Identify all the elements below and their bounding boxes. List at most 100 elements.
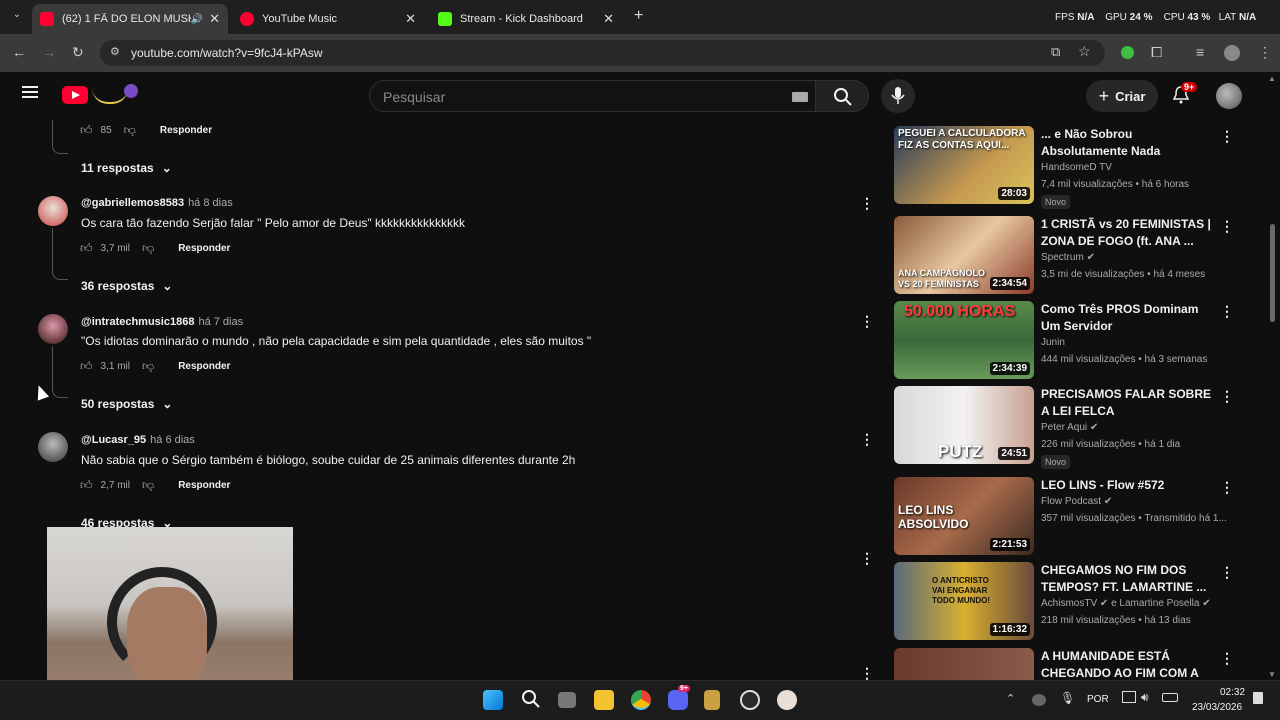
avatar[interactable]	[38, 432, 68, 462]
like-icon[interactable]: 👍︎	[80, 123, 93, 138]
extensions-puzzle-icon[interactable]: ⧠	[1151, 44, 1162, 61]
recommended-video[interactable]: ANA CAMPAGNOLO VS 20 FEMINISTAS 2:34:54 …	[894, 216, 1234, 296]
comment-menu-icon[interactable]: ⋮	[860, 195, 874, 212]
address-bar[interactable]: ⚙ youtube.com/watch?v=9fcJ4-kPAsw ⧉ ☆	[100, 40, 1105, 66]
channel-name-secondary[interactable]: e Lamartine Posella	[1111, 598, 1199, 609]
replies-toggle[interactable]: 36 respostas ⌄	[81, 279, 172, 293]
obs-icon[interactable]	[740, 690, 760, 710]
discord-icon[interactable]: 9+	[668, 685, 690, 710]
recommended-video[interactable]: LEO LINS ABSOLVIDO 2:21:53 LEO LINS - Fl…	[894, 477, 1234, 557]
replies-toggle[interactable]: 50 respostas ⌄	[81, 397, 172, 411]
channel-name-text[interactable]: Spectrum	[1041, 252, 1084, 263]
recommended-video[interactable]: PEGUEI A CALCULADORA FIZ AS CONTAS AQUI.…	[894, 126, 1234, 209]
search-button[interactable]	[815, 80, 869, 112]
video-menu-icon[interactable]: ⋮	[1220, 303, 1234, 320]
channel-name[interactable]: Peter Aqui ✔	[1041, 422, 1098, 433]
recommended-video[interactable]: 50.000 HORAS 2:34:39 Como Três PROS Domi…	[894, 301, 1234, 381]
tab-youtube-music[interactable]: YouTube Music ✕	[232, 4, 424, 34]
close-tab-icon[interactable]: ✕	[603, 11, 614, 27]
extension-green-icon[interactable]	[1121, 46, 1134, 59]
video-thumbnail[interactable]: 50.000 HORAS 2:34:39	[894, 301, 1034, 379]
search-input[interactable]: Pesquisar	[369, 80, 816, 112]
video-title[interactable]: Como Três PROS Dominam Um Servidor	[1041, 301, 1213, 335]
comment-author[interactable]: @intratechmusic1868 há 7 dias	[81, 316, 243, 328]
video-title[interactable]: LEO LINS - Flow #572	[1041, 477, 1213, 494]
new-tab-button[interactable]: +	[634, 7, 643, 25]
tray-app-icon[interactable]	[1032, 694, 1046, 706]
tab-list-button[interactable]: ⌄	[8, 9, 26, 25]
dislike-icon[interactable]: 👎︎	[142, 241, 154, 256]
taskbar-search-icon[interactable]	[521, 689, 541, 714]
file-explorer-icon[interactable]	[594, 690, 614, 710]
channel-name[interactable]: Flow Podcast ✔	[1041, 496, 1112, 507]
create-button[interactable]: + Criar	[1086, 80, 1158, 112]
dislike-icon[interactable]: 👎︎	[142, 359, 154, 374]
clock-time[interactable]: 02:32	[1220, 687, 1245, 698]
windows-start-icon[interactable]	[483, 690, 503, 710]
dislike-icon[interactable]: 👎︎	[124, 123, 136, 138]
channel-name-text[interactable]: AchismosTV	[1041, 598, 1097, 609]
channel-name[interactable]: AchismosTV ✔ e Lamartine Posella ✔	[1041, 598, 1211, 609]
dislike-icon[interactable]: 👎︎	[142, 478, 154, 493]
video-title[interactable]: PRECISAMOS FALAR SOBRE A LEI FELCA	[1041, 386, 1213, 420]
site-info-icon[interactable]: ⚙	[110, 45, 120, 58]
comment-time[interactable]: há 8 dias	[188, 197, 233, 209]
clock-date[interactable]: 23/03/2026	[1192, 702, 1242, 713]
chrome-icon[interactable]	[631, 690, 651, 710]
page-scrollbar[interactable]	[1270, 224, 1275, 322]
speaker-icon[interactable]: 🔊	[191, 14, 203, 25]
channel-name-text[interactable]: Peter Aqui	[1041, 422, 1087, 433]
video-menu-icon[interactable]: ⋮	[1220, 479, 1234, 496]
volume-icon[interactable]: 🔊︎	[1141, 690, 1149, 705]
comment-author-handle[interactable]: @gabriellemos8583	[81, 197, 184, 209]
profile-avatar[interactable]	[1224, 45, 1240, 61]
avatar[interactable]	[38, 196, 68, 226]
video-menu-icon[interactable]: ⋮	[1220, 388, 1234, 405]
video-thumbnail[interactable]: LEO LINS ABSOLVIDO 2:21:53	[894, 477, 1034, 555]
close-tab-icon[interactable]: ✕	[405, 11, 416, 27]
comment-author[interactable]: @gabriellemos8583 há 8 dias	[81, 197, 233, 209]
recommended-video[interactable]: O ANTICRISTO VAI ENGANAR TODO MUNDO! 1:1…	[894, 562, 1234, 642]
comment-author-handle[interactable]: @Lucasr_95	[81, 434, 146, 446]
channel-name[interactable]: HandsomeD TV	[1041, 162, 1112, 173]
video-menu-icon[interactable]: ⋮	[1220, 128, 1234, 145]
comment-time[interactable]: há 6 dias	[150, 434, 195, 446]
keyboard-icon[interactable]	[792, 92, 808, 102]
comment-menu-icon[interactable]: ⋮	[860, 550, 874, 567]
keyboard-language[interactable]: POR	[1087, 694, 1109, 705]
battery-icon[interactable]	[1162, 693, 1178, 702]
reply-button[interactable]: Responder	[178, 361, 230, 372]
video-thumbnail[interactable]	[894, 648, 1034, 680]
reload-icon[interactable]: ↻	[72, 44, 84, 61]
video-title[interactable]: ... e Não Sobrou Absolutamente Nada	[1041, 126, 1213, 160]
tray-mic-icon[interactable]: 🎙︎	[1060, 691, 1075, 705]
scroll-down-arrow-icon[interactable]: ▼	[1268, 670, 1276, 679]
tab-kick-dashboard[interactable]: Stream - Kick Dashboard ✕	[430, 4, 622, 34]
video-thumbnail[interactable]: PEGUEI A CALCULADORA FIZ AS CONTAS AQUI.…	[894, 126, 1034, 204]
close-tab-icon[interactable]: ✕	[209, 11, 220, 27]
comment-author-handle[interactable]: @intratechmusic1868	[81, 316, 194, 328]
back-arrow-icon[interactable]: ←	[12, 44, 26, 60]
avatar[interactable]	[38, 314, 68, 344]
comment-author[interactable]: @Lucasr_95 há 6 dias	[81, 434, 195, 446]
like-icon[interactable]: 👍︎	[80, 359, 93, 374]
replies-toggle[interactable]: 11 respostas ⌄	[81, 161, 172, 175]
video-menu-icon[interactable]: ⋮	[1220, 564, 1234, 581]
comment-time[interactable]: há 7 dias	[198, 316, 243, 328]
channel-name[interactable]: Spectrum ✔	[1041, 252, 1095, 263]
reply-button[interactable]: Responder	[160, 125, 212, 136]
app-icon[interactable]	[777, 690, 797, 710]
video-menu-icon[interactable]: ⋮	[1220, 218, 1234, 235]
game-launcher-icon[interactable]	[704, 690, 720, 710]
bookmark-star-icon[interactable]: ☆	[1078, 43, 1091, 60]
like-icon[interactable]: 👍︎	[80, 478, 93, 493]
network-icon[interactable]	[1122, 691, 1136, 703]
notification-center-icon[interactable]	[1253, 692, 1263, 704]
video-title[interactable]: A HUMANIDADE ESTÁ CHEGANDO AO FIM COM A …	[1041, 648, 1213, 680]
video-menu-icon[interactable]: ⋮	[1220, 650, 1234, 667]
channel-name[interactable]: Junin	[1041, 337, 1065, 348]
account-avatar[interactable]	[1216, 83, 1242, 109]
video-thumbnail[interactable]: ANA CAMPAGNOLO VS 20 FEMINISTAS 2:34:54	[894, 216, 1034, 294]
reply-button[interactable]: Responder	[178, 243, 230, 254]
recommended-video[interactable]: A HUMANIDADE ESTÁ CHEGANDO AO FIM COM A …	[894, 648, 1234, 680]
